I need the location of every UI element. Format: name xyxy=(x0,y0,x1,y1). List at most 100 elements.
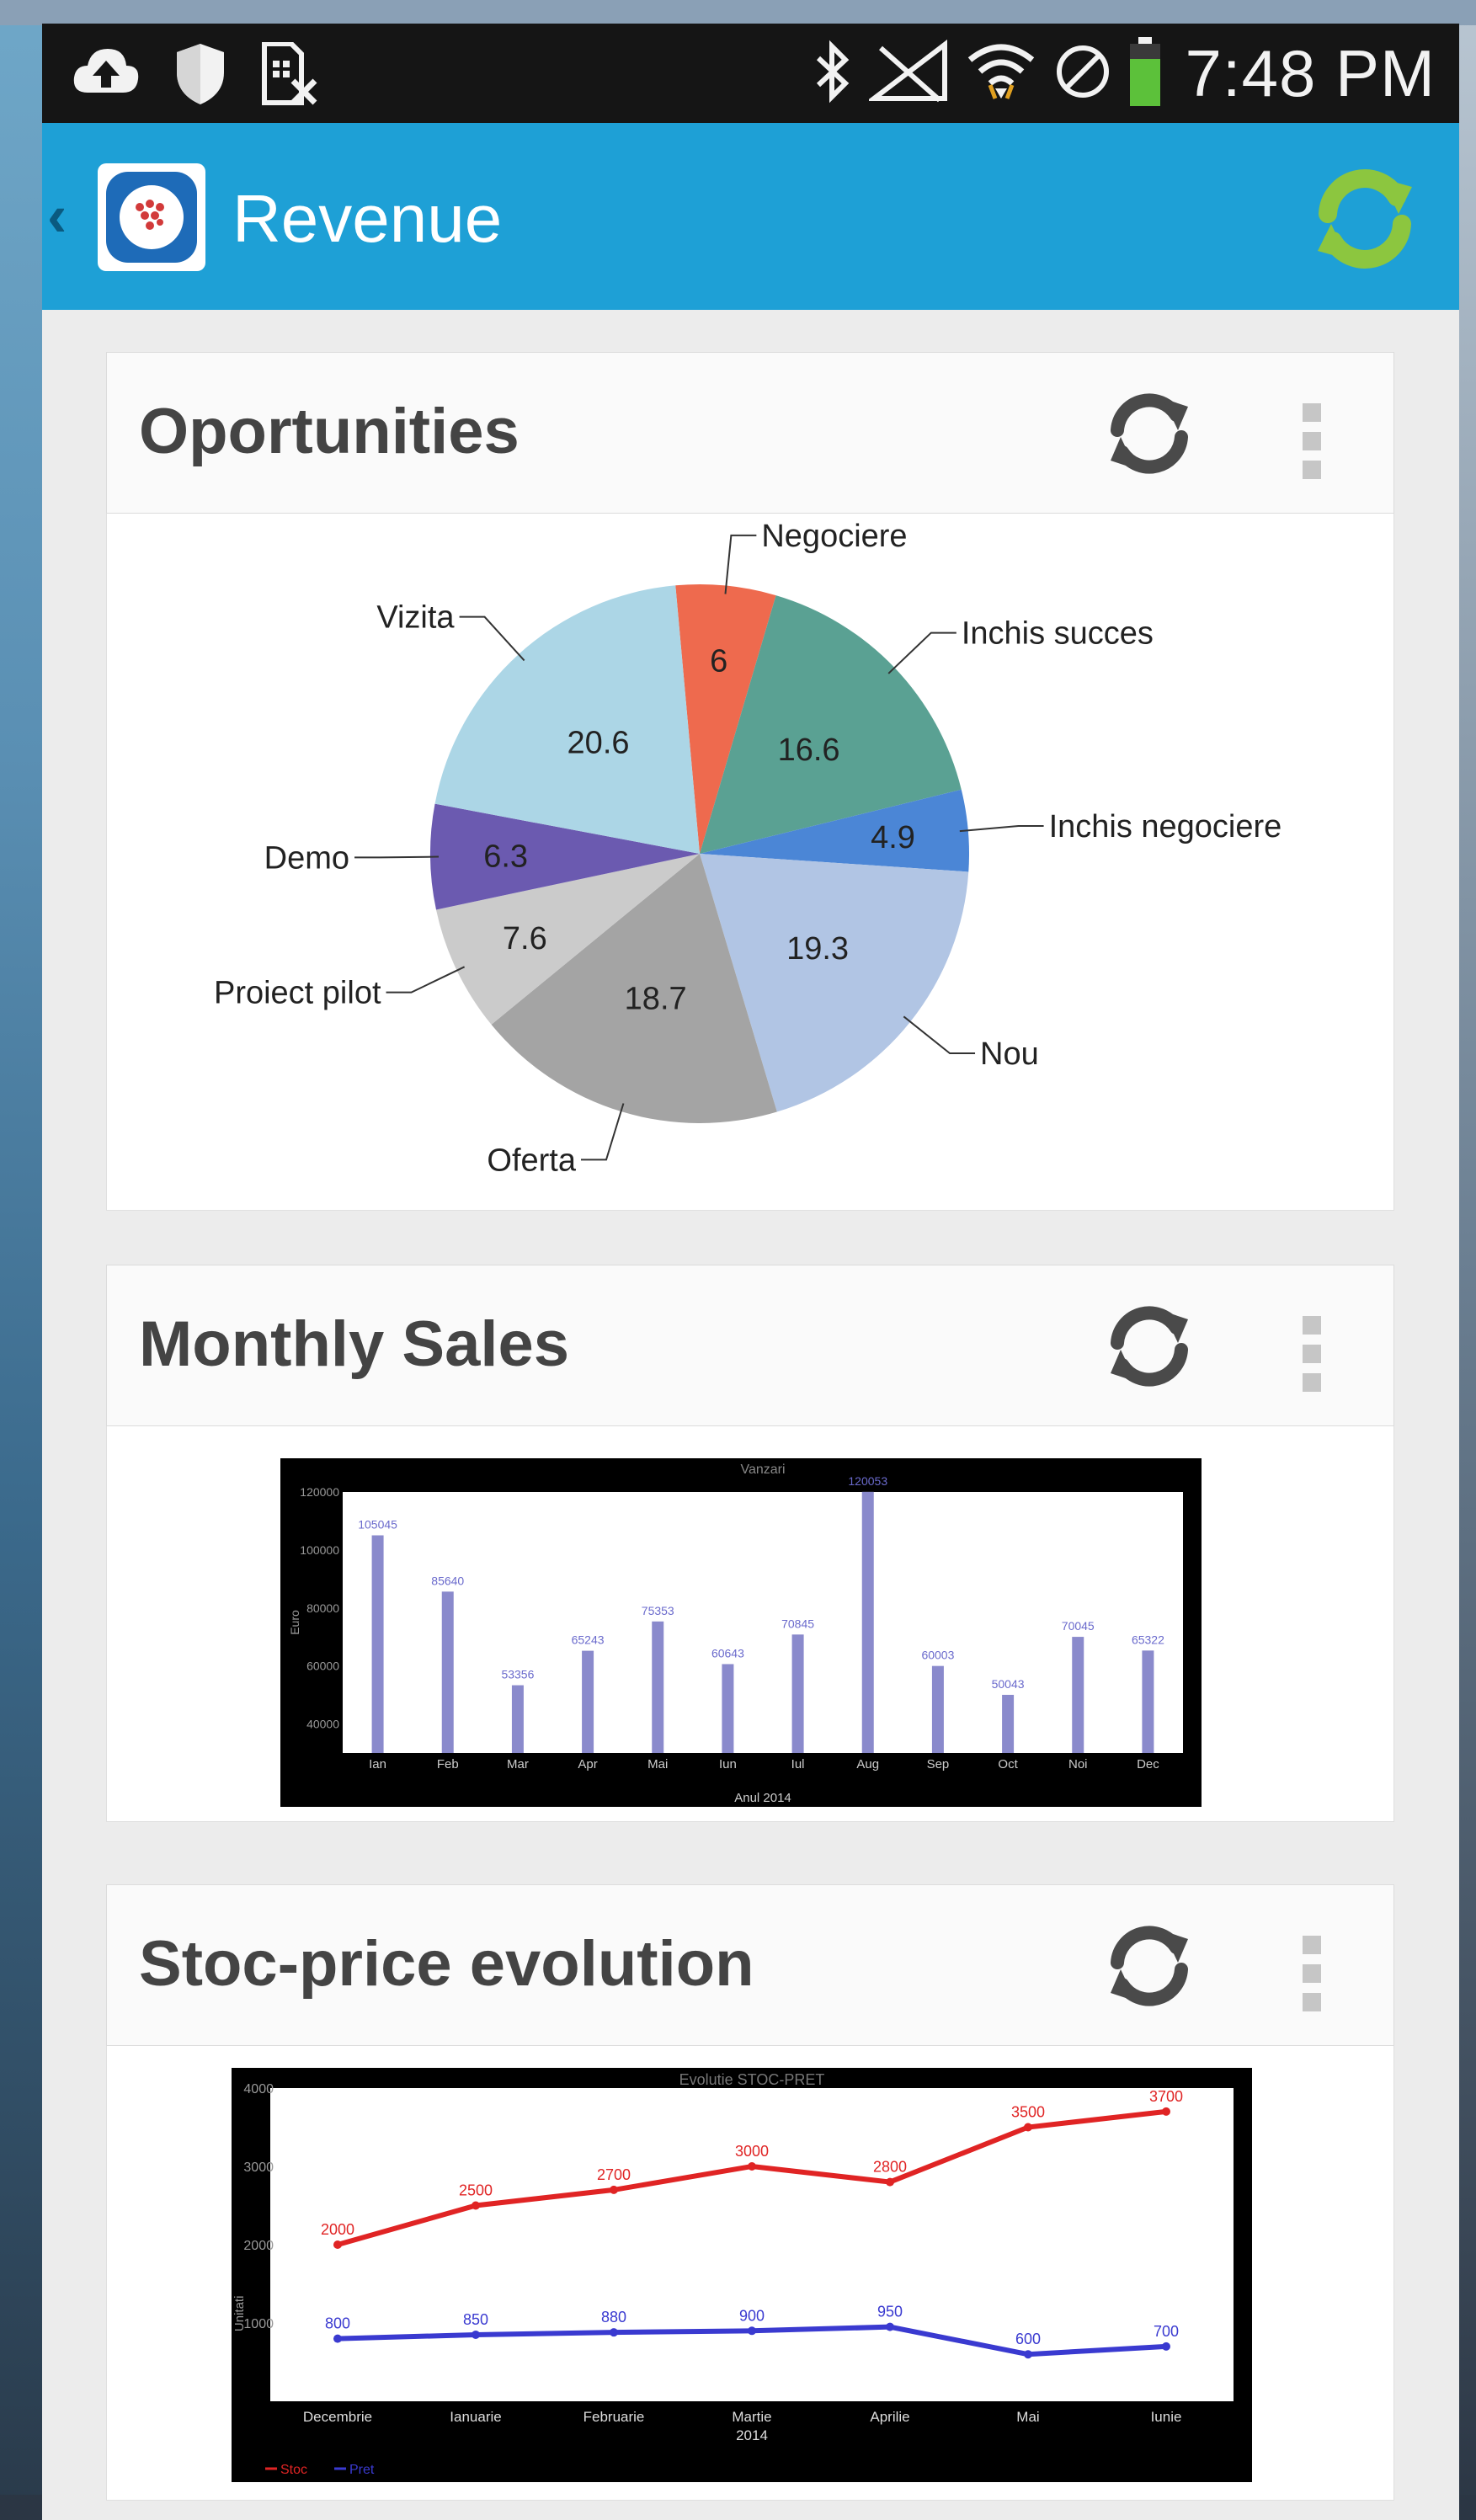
y-tick-label: 40000 xyxy=(306,1718,339,1731)
bluetooth-icon xyxy=(812,40,854,108)
x-axis-label: 2014 xyxy=(736,2427,768,2443)
pie-value-label: 7.6 xyxy=(503,921,547,956)
x-tick-label: Noi xyxy=(1068,1757,1088,1771)
bar-value-label: 60643 xyxy=(711,1646,744,1660)
x-axis-label: Anul 2014 xyxy=(734,1791,791,1805)
x-tick-label: Aug xyxy=(856,1757,879,1771)
y-axis-label: Unitati xyxy=(232,2296,247,2332)
pie-value-label: 16.6 xyxy=(778,733,840,768)
app-logo-icon xyxy=(106,172,197,263)
bar xyxy=(371,1535,384,1753)
card-body-monthly-sales: Vanzari 40000 60000 80000 100000 120000 Euro 10… xyxy=(106,1426,1394,1822)
line-chart: Evolutie STOC-PRET 1000 2000 3000 4000 Unitat… xyxy=(232,2068,1252,2482)
card-title: Monthly Sales xyxy=(139,1308,569,1380)
x-tick-label: Dec xyxy=(1137,1757,1159,1771)
bar-value-label: 50043 xyxy=(992,1677,1025,1691)
data-label: 2800 xyxy=(873,2159,907,2176)
y-tick-label: 60000 xyxy=(306,1660,339,1673)
bar-value-label: 105045 xyxy=(358,1518,397,1532)
pie-slice-label: Proiect pilot xyxy=(214,976,381,1011)
x-tick-label: Aprilie xyxy=(870,2409,909,2425)
data-label: 900 xyxy=(739,2307,765,2324)
pie-leader-line xyxy=(903,1015,976,1054)
overflow-menu-icon[interactable] xyxy=(1303,1936,1321,2022)
sync-all-button[interactable] xyxy=(1308,162,1422,280)
sim-card-icon xyxy=(259,41,320,110)
card-header-stoc-price: Stoc-price evolution xyxy=(106,1884,1394,2046)
data-point xyxy=(1162,2107,1170,2116)
data-label: 3700 xyxy=(1149,2088,1183,2105)
data-label: 2700 xyxy=(597,2166,631,2183)
pie-slice-label: Demo xyxy=(264,840,349,876)
y-tick-label: 120000 xyxy=(300,1485,339,1499)
data-point xyxy=(1024,2350,1032,2359)
data-point xyxy=(1162,2342,1170,2351)
pie-slice-label: Oferta xyxy=(487,1143,576,1178)
status-bar: 7:48 PM xyxy=(42,24,1459,123)
data-label: 600 xyxy=(1015,2331,1041,2347)
bar-value-label: 85640 xyxy=(431,1574,464,1587)
data-point xyxy=(610,2185,618,2194)
x-tick-label: Februarie xyxy=(583,2409,645,2425)
data-label: 2000 xyxy=(321,2221,354,2238)
pie-leader-line xyxy=(354,855,440,859)
shield-icon xyxy=(175,42,226,110)
y-tick-label: 1000 xyxy=(243,2317,274,2331)
pie-value-label: 4.9 xyxy=(871,820,915,855)
sync-icon xyxy=(1318,169,1412,269)
bar xyxy=(861,1491,874,1753)
data-point xyxy=(748,2326,756,2336)
card-header-oportunities: Oportunities xyxy=(106,352,1394,514)
wifi-icon xyxy=(965,38,1037,109)
data-point xyxy=(472,2330,480,2339)
bar xyxy=(1142,1650,1154,1753)
y-tick-label: 80000 xyxy=(306,1601,339,1615)
pie-leader-line xyxy=(459,615,525,662)
plot-area xyxy=(270,2088,1234,2401)
back-chevron-icon[interactable]: ‹ xyxy=(47,182,67,249)
chart-title: Vanzari xyxy=(740,1462,785,1477)
overflow-menu-icon[interactable] xyxy=(1303,1316,1321,1402)
bar xyxy=(791,1634,804,1753)
data-label: 950 xyxy=(877,2304,903,2320)
refresh-button[interactable] xyxy=(1100,385,1198,487)
bar-value-label: 70845 xyxy=(781,1617,814,1630)
phone-screen: 7:48 PM ‹ Revenue Oportunities 6 Negocie… xyxy=(42,24,1459,2520)
overflow-menu-icon[interactable] xyxy=(1303,403,1321,489)
bar xyxy=(511,1685,524,1753)
card-title: Stoc-price evolution xyxy=(139,1928,754,2000)
pie-slice-label: Inchis succes xyxy=(962,616,1154,652)
legend-label: Stoc xyxy=(280,2463,307,2477)
data-point xyxy=(472,2201,480,2210)
y-tick-label: 4000 xyxy=(243,2082,274,2096)
refresh-button[interactable] xyxy=(1100,1917,1198,2019)
app-logo[interactable] xyxy=(98,163,205,271)
x-tick-label: Mai xyxy=(1016,2409,1039,2425)
pie-value-label: 18.7 xyxy=(625,981,687,1016)
x-tick-label: Iul xyxy=(791,1757,805,1771)
pie-slice-label: Inchis negociere xyxy=(1049,809,1282,844)
data-label: 880 xyxy=(601,2309,626,2326)
refresh-icon xyxy=(1111,1306,1188,1387)
do-not-disturb-icon xyxy=(1052,41,1113,106)
card-header-monthly-sales: Monthly Sales xyxy=(106,1265,1394,1426)
bar-chart: Vanzari 40000 60000 80000 100000 120000 Euro 10… xyxy=(280,1458,1202,1807)
bar-value-label: 70045 xyxy=(1062,1619,1095,1633)
data-point xyxy=(1024,2123,1032,2132)
pie-slice-label: Negociere xyxy=(761,519,907,554)
chart-title: Evolutie STOC-PRET xyxy=(679,2071,825,2088)
x-tick-label: Mar xyxy=(507,1757,529,1771)
bar-value-label: 75353 xyxy=(642,1604,674,1617)
pie-slice-label: Nou xyxy=(980,1036,1039,1072)
bar-value-label: 65322 xyxy=(1132,1633,1164,1646)
pie-value-label: 6.3 xyxy=(483,839,528,875)
bar xyxy=(441,1591,454,1753)
bar xyxy=(1072,1637,1084,1753)
background-desktop-right xyxy=(1459,0,1476,2520)
refresh-icon xyxy=(1111,1926,1188,2006)
x-tick-label: Iunie xyxy=(1151,2409,1182,2425)
x-tick-label: Ianuarie xyxy=(450,2409,501,2425)
refresh-button[interactable] xyxy=(1100,1297,1198,1399)
bar-value-label: 120053 xyxy=(848,1474,887,1488)
pie-leader-line xyxy=(724,534,757,594)
